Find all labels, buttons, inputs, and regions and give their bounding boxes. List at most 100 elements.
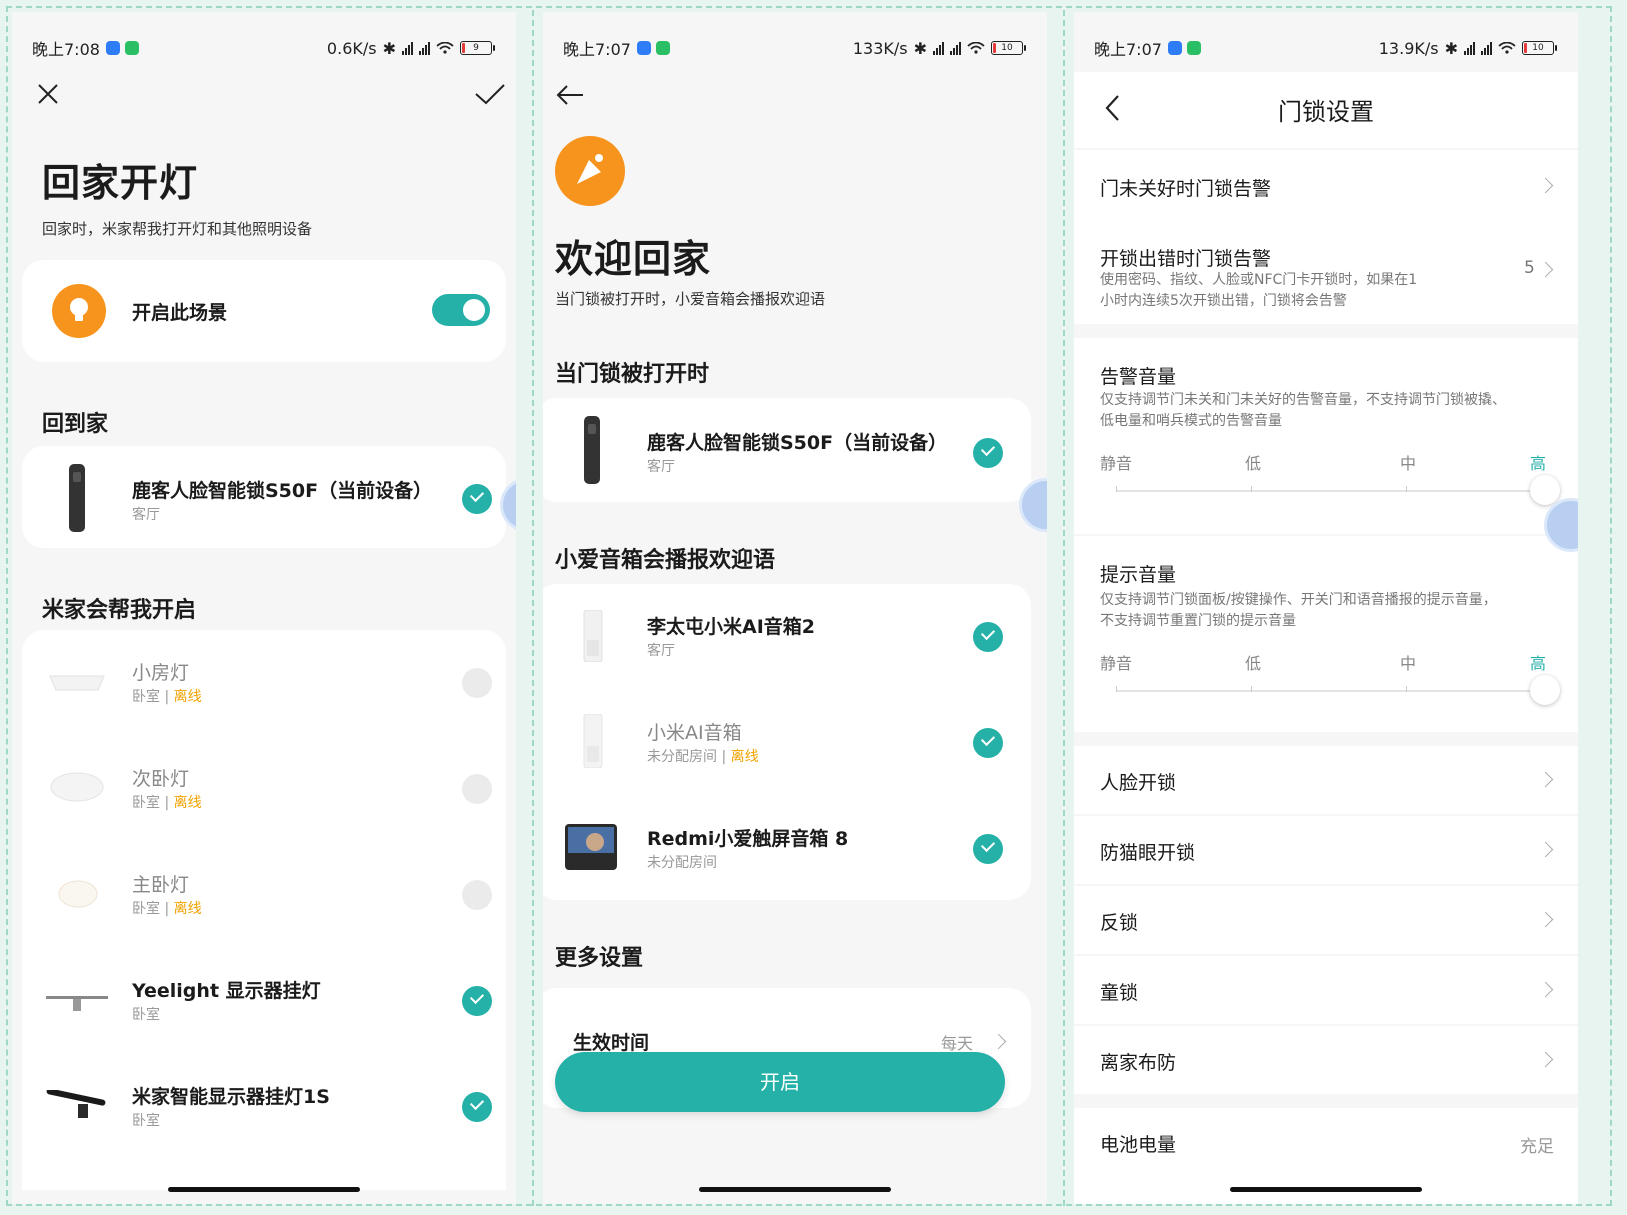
divider [532,10,534,1206]
setting-label: 门未关好时门锁告警 [1100,178,1272,200]
list-item[interactable]: 小米AI音箱 未分配房间 | 离线 [543,690,1031,794]
home-indicator[interactable] [1230,1187,1422,1192]
net-speed: 133K/s [852,38,908,58]
enable-button[interactable]: 开启 [555,1052,1005,1112]
alarm-volume-slider[interactable] [1116,475,1560,505]
speaker-meta: 未分配房间 | 离线 [647,746,759,766]
back-arrow-icon[interactable] [555,84,585,106]
setting-deadlock[interactable]: 反锁 [1074,886,1578,954]
lock-device-card[interactable]: 鹿客人脸智能锁S50F（当前设备） 客厅 [543,398,1031,502]
checked-icon[interactable] [462,986,492,1016]
setting-prompt-volume: 提示音量 仅支持调节门锁面板/按键操作、开关门和语音播报的提示音量， 不支持调节… [1074,536,1578,732]
device-room: 卧室 [132,1007,160,1023]
app-notification-icon [636,41,651,55]
unchecked-icon[interactable] [462,774,492,804]
signal-icon [1481,41,1492,55]
battery-icon: 10 [991,41,1026,55]
network-status: 13.9K/s ✱ 10 [1379,38,1557,58]
signal-icon [419,41,430,55]
battery-level: 10 [1532,43,1544,53]
unchecked-icon[interactable] [462,668,492,698]
monitor-light-bar-icon [46,996,108,1011]
level-high[interactable]: 高 [1530,650,1546,674]
smart-lock-icon [69,464,85,532]
checked-icon[interactable] [973,438,1003,468]
setting-description: 低电量和哨兵模式的告警音量 [1100,413,1282,429]
device-status: 离线 [173,901,202,917]
level-medium[interactable]: 中 [1400,650,1416,674]
list-item[interactable]: 小房灯 卧室 | 离线 [22,630,506,734]
section-title-home: 回到家 [42,412,109,437]
home-indicator[interactable] [699,1187,891,1192]
setting-away-arm[interactable]: 离家布防 [1074,1026,1578,1094]
chevron-right-icon [1537,771,1554,788]
speaker-name: Redmi小爱触屏音箱 8 [647,828,849,850]
page-title: 欢迎回家 [555,237,712,281]
level-mute[interactable]: 静音 [1100,650,1132,674]
device-room: 卧室 [132,795,160,811]
setting-label: 离家布防 [1100,1052,1177,1074]
prompt-volume-slider[interactable] [1116,675,1560,705]
app-notification-icon [1186,41,1201,55]
setting-label: 防猫眼开锁 [1100,842,1196,864]
device-room: 卧室 [132,1113,160,1129]
device-name: 米家智能显示器挂灯1S [132,1086,330,1108]
list-item[interactable]: Yeelight 显示器挂灯 卧室 [22,948,506,1052]
scene-icon [555,136,625,206]
checked-icon[interactable] [973,728,1003,758]
effective-time-value[interactable]: 每天 [941,1030,973,1054]
list-item[interactable]: 李太屯小米AI音箱2 客厅 [543,584,1031,688]
setting-door-unclosed-alarm[interactable]: 门未关好时门锁告警 [1074,150,1578,220]
status-time: 晚上7:07 [563,40,631,59]
status-time: 晚上7:08 [32,40,100,59]
chevron-right-icon [1537,261,1554,278]
device-room: 卧室 [132,689,160,705]
speaker-room: 客厅 [647,643,675,659]
level-low[interactable]: 低 [1245,650,1261,674]
setting-label: 电池电量 [1100,1134,1177,1156]
level-mute[interactable]: 静音 [1100,450,1132,474]
checked-icon[interactable] [973,622,1003,652]
setting-face-unlock[interactable]: 人脸开锁 [1074,746,1578,814]
level-medium[interactable]: 中 [1400,450,1416,474]
checked-icon[interactable] [973,834,1003,864]
close-icon[interactable] [36,82,60,106]
app-notification-icon [655,41,670,55]
lock-device-card[interactable]: 鹿客人脸智能锁S50F（当前设备） 客厅 [22,446,506,548]
checked-icon[interactable] [462,1092,492,1122]
net-speed: 0.6K/s [326,38,377,58]
slider-knob[interactable] [1530,675,1560,705]
setting-unlock-error-alarm[interactable]: 开锁出错时门锁告警 使用密码、指纹、人脸或NFC门卡开锁时，如果在1 小时内连续… [1074,220,1578,324]
level-high[interactable]: 高 [1530,450,1546,474]
page-subtitle: 当门锁被打开时，小爱音箱会播报欢迎语 [555,290,826,308]
bluetooth-icon: ✱ [1444,38,1458,58]
speaker-status: 离线 [730,749,759,765]
scene-welcome-home-screen: 晚上7:07 133K/s ✱ 10 欢迎回家 当门锁被打开时，小爱音箱会播报欢… [543,12,1047,1204]
level-low[interactable]: 低 [1245,450,1261,474]
app-notification-icon [124,41,139,55]
device-list-card: 小房灯 卧室 | 离线 次卧灯 卧室 | 离线 主卧灯 卧室 | 离线 Yeel… [22,630,506,1190]
slider-knob[interactable] [1530,475,1560,505]
checked-icon[interactable] [462,484,492,514]
device-room: 卧室 [132,901,160,917]
list-item[interactable]: 次卧灯 卧室 | 离线 [22,736,506,840]
scene-toggle-switch[interactable] [432,294,490,326]
signal-icon [402,41,413,55]
setting-child-lock[interactable]: 童锁 [1074,956,1578,1024]
setting-anti-peephole[interactable]: 防猫眼开锁 [1074,816,1578,884]
list-item[interactable]: 米家智能显示器挂灯1S 卧室 [22,1054,506,1158]
setting-value: 5 [1524,258,1535,278]
unchecked-icon[interactable] [462,880,492,910]
device-meta: 卧室 | 离线 [132,686,202,706]
home-indicator[interactable] [168,1187,360,1192]
device-name: 小房灯 [132,662,190,684]
device-name: Yeelight 显示器挂灯 [132,980,321,1002]
lightbulb-icon [52,284,106,338]
list-item[interactable]: 主卧灯 卧室 | 离线 [22,842,506,946]
confirm-check-icon[interactable] [474,82,506,106]
status-bar: 晚上7:08 0.6K/s ✱ 9 [32,36,495,60]
chevron-right-icon [1537,911,1554,928]
bluetooth-icon: ✱ [382,38,396,58]
device-name: 主卧灯 [132,874,190,896]
list-item[interactable]: Redmi小爱触屏音箱 8 未分配房间 [543,796,1031,900]
